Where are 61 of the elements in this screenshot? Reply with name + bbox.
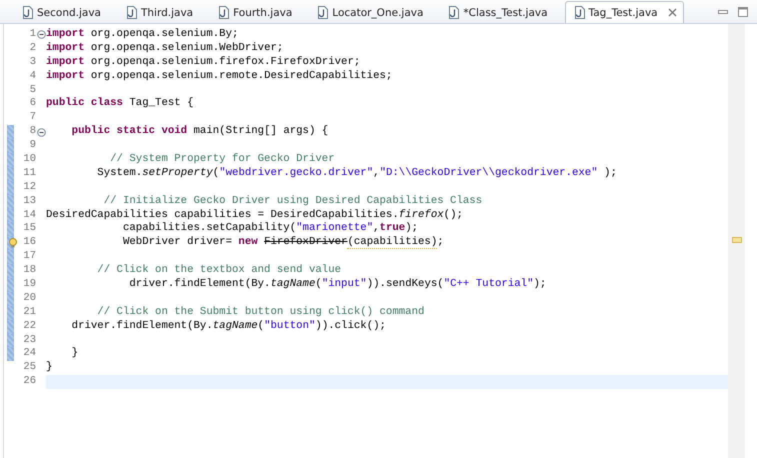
code-line: // Click on the textbox and send value [96, 264, 342, 276]
code-line: import org.openqa.selenium.By; [46, 28, 238, 40]
line-number: 7 [28, 111, 36, 126]
code-line: // Initialize Gecko Driver using Desired Capabilities Class [102, 194, 482, 207]
java-file-icon [126, 6, 137, 19]
code-line: import org.openqa.selenium.remote.DesiredCapabilities; [46, 70, 392, 82]
line-number: 4 [28, 70, 36, 84]
line-number: 13 [22, 194, 36, 209]
line-number: 21 [22, 306, 36, 320]
warning-bulb-icon[interactable] [8, 238, 18, 248]
code-line: capabilities.setCapability("marionette",true); [122, 222, 418, 234]
line-number: 18 [22, 264, 36, 278]
editor-tab[interactable]: *Class_Test.java [440, 2, 565, 23]
line-number: 9 [28, 139, 36, 154]
line-number: 3 [28, 56, 36, 70]
editor-tab[interactable]: Third.java [118, 2, 210, 23]
java-file-icon [317, 6, 328, 19]
code-line: import org.openqa.selenium.firefox.FirefoxDriver; [46, 56, 360, 68]
code-line: public class Tag_Test { [46, 97, 194, 110]
line-number: 26 [22, 375, 36, 390]
java-file-icon [574, 6, 585, 19]
fold-icon[interactable] [36, 30, 46, 40]
line-number: 14 [22, 208, 36, 222]
code-line: // Click on the Submit button using click() command [96, 306, 424, 318]
editor-tab[interactable]: Fourth.java [210, 2, 310, 23]
line-number: 23 [22, 334, 36, 348]
line-number: 22 [22, 320, 36, 334]
line-number: 16 [22, 236, 36, 250]
line-number: 19 [22, 278, 36, 292]
code-line: import org.openqa.selenium.WebDriver; [46, 42, 284, 54]
editor-tab[interactable]: Second.java [14, 2, 118, 23]
line-number: 5 [28, 84, 36, 98]
line-number: 20 [22, 292, 36, 306]
line-number: 1 [28, 28, 36, 42]
editor-tab[interactable]: Tag_Test.java [564, 1, 684, 23]
line-number: 25 [22, 361, 36, 376]
code-line: WebDriver driver= new FirefoxDriver(capabilities); [122, 236, 444, 250]
editor-tab[interactable]: Locator_One.java [309, 2, 440, 23]
fold-icon[interactable] [36, 128, 46, 137]
code-line: driver.findElement(By.tagName("input")).sendKeys("C++ Tutorial"); [128, 278, 546, 290]
code-line: System.setProperty("webdriver.gecko.driver","D:\\GeckoDriver\\geckodriver.exe" ); [96, 166, 617, 179]
line-number: 8 [28, 125, 36, 140]
code-line: driver.findElement(By.tagName("button")).click(); [70, 320, 386, 332]
line-number: 2 [28, 42, 36, 56]
line-number: 17 [22, 250, 36, 264]
code-line: DesiredCapabilities capabilities = DesiredCapabilities.firefox(); [46, 208, 463, 221]
line-number: 11 [22, 166, 36, 181]
java-file-icon [22, 6, 33, 19]
code-line: // System Property for Gecko Driver [109, 153, 335, 166]
close-icon[interactable] [668, 8, 677, 17]
code-line: } [70, 347, 78, 360]
line-number: 10 [22, 153, 36, 167]
line-number: 24 [22, 347, 36, 362]
maximize-icon[interactable] [737, 6, 749, 18]
line-number: 6 [28, 97, 36, 112]
java-file-icon [448, 6, 460, 19]
code-line: } [46, 361, 52, 374]
code-line: public static void main(String[] args) { [70, 125, 328, 138]
line-number: 15 [22, 222, 36, 236]
line-number: 12 [22, 180, 36, 195]
java-file-icon [218, 6, 230, 19]
